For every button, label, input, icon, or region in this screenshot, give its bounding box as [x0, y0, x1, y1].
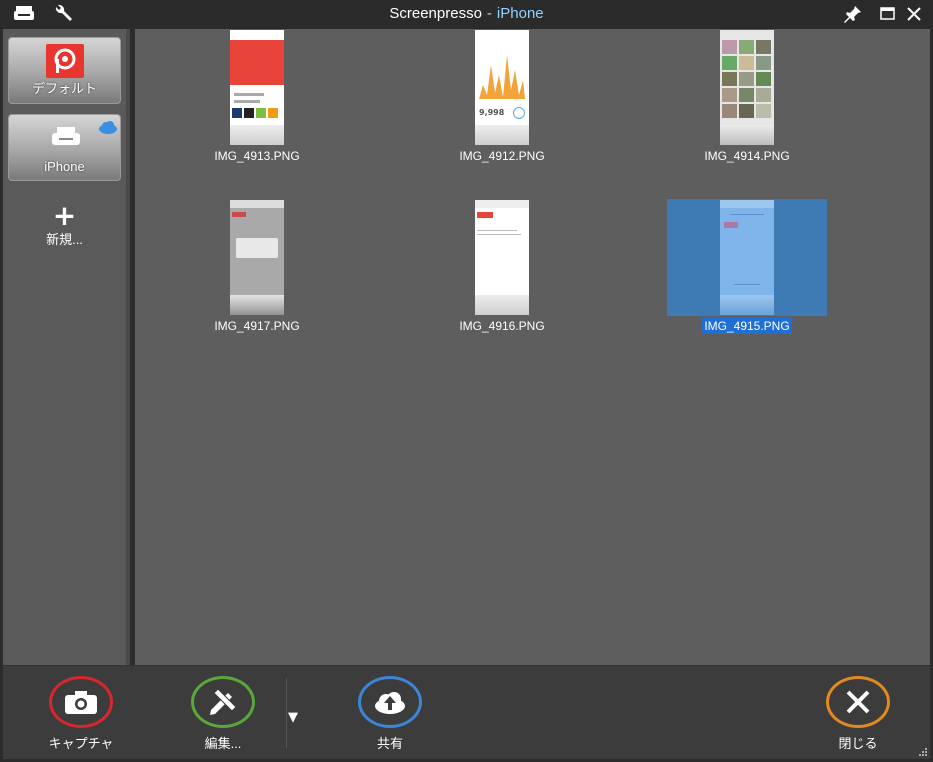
- thumbnail-image: [177, 29, 337, 146]
- new-profile-label: 新規...: [46, 232, 83, 247]
- cloud-upload-icon: [358, 676, 422, 728]
- edit-dropdown-arrow-icon[interactable]: ▼: [288, 710, 304, 726]
- profile-tile-iphone[interactable]: iPhone: [8, 114, 121, 181]
- profile-sidebar: デフォルト iPhone + 新規...: [3, 29, 130, 665]
- screenpresso-logo-icon: [46, 44, 84, 78]
- app-name: Screenpresso: [389, 5, 482, 22]
- capture-label: キャプチャ: [48, 736, 114, 751]
- thumbnail-item-selected[interactable]: IMG_4915.PNG: [667, 199, 827, 339]
- maximize-icon[interactable]: [878, 4, 898, 24]
- thumbnail-item[interactable]: 9,998 IMG_4912.PNG: [422, 29, 582, 169]
- profile-tile-default[interactable]: デフォルト: [8, 37, 121, 104]
- thumbnail-image: [667, 29, 827, 146]
- action-toolbar: キャプチャ 編集... ▼ 共有 閉じる: [3, 665, 930, 759]
- profile-label: デフォルト: [31, 81, 97, 96]
- resize-grip-icon[interactable]: [918, 747, 928, 757]
- thumbnail-name: IMG_4913.PNG: [214, 149, 300, 163]
- edit-button[interactable]: 編集...: [183, 676, 263, 756]
- thumbnail-name: IMG_4912.PNG: [459, 149, 545, 163]
- thumbnail-image: [177, 199, 337, 316]
- share-label: 共有: [376, 736, 403, 751]
- pin-icon[interactable]: [843, 4, 863, 24]
- thumbnail-name: IMG_4914.PNG: [704, 149, 790, 163]
- bar-chart-preview: [479, 55, 525, 99]
- toolbar-divider: [286, 678, 287, 748]
- close-window-icon[interactable]: [904, 4, 924, 24]
- pencil-ruler-icon: [191, 676, 255, 728]
- profile-label: iPhone: [44, 159, 85, 174]
- steps-count: 9,998: [479, 108, 505, 117]
- close-button[interactable]: 閉じる: [818, 676, 898, 756]
- thumbnail-image: [667, 199, 827, 316]
- cloud-icon: [99, 121, 117, 134]
- thumbnail-name: IMG_4915.PNG: [702, 318, 792, 334]
- close-label: 閉じる: [838, 736, 878, 751]
- edit-label: 編集...: [204, 736, 242, 751]
- title-separator: -: [486, 5, 492, 22]
- plus-icon: +: [52, 199, 77, 232]
- capture-button[interactable]: キャプチャ: [41, 676, 121, 756]
- thumbnail-image: 9,998: [422, 29, 582, 146]
- share-button[interactable]: 共有: [350, 676, 430, 756]
- screenshot-gallery: IMG_4913.PNG 9,998 IMG_4912.PNG IMG_4914…: [135, 29, 930, 665]
- title-bar: Screenpresso - iPhone: [0, 0, 933, 29]
- thumbnail-item[interactable]: IMG_4917.PNG: [177, 199, 337, 339]
- thumbnail-item[interactable]: IMG_4916.PNG: [422, 199, 582, 339]
- thumbnail-image: [422, 199, 582, 316]
- window-title: Screenpresso - iPhone: [0, 5, 933, 22]
- profile-name: iPhone: [496, 5, 544, 22]
- thumbnail-item[interactable]: IMG_4914.PNG: [667, 29, 827, 169]
- close-icon: [826, 676, 890, 728]
- camera-icon: [49, 676, 113, 728]
- thumbnail-name: IMG_4916.PNG: [459, 319, 545, 333]
- new-profile-button[interactable]: + 新規...: [8, 199, 121, 255]
- thumbnail-name: IMG_4917.PNG: [214, 319, 300, 333]
- printer-cloud-icon: [52, 127, 80, 145]
- thumbnail-item[interactable]: IMG_4913.PNG: [177, 29, 337, 169]
